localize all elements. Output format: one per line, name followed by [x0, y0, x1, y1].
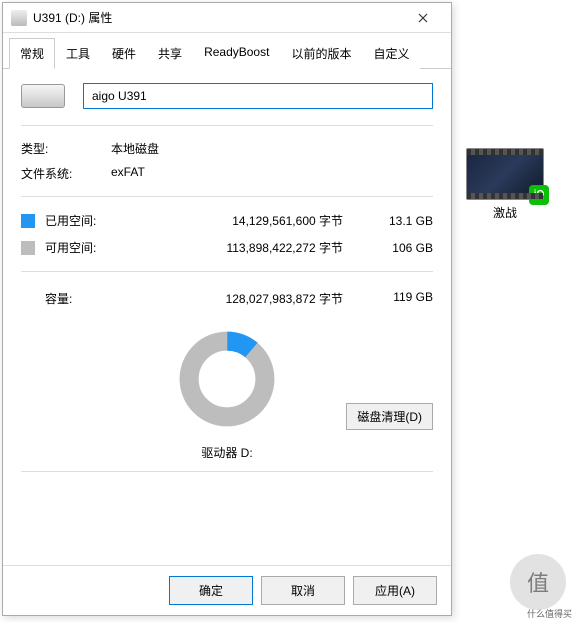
tab-general[interactable]: 常规 — [9, 38, 55, 69]
type-value: 本地磁盘 — [111, 140, 159, 157]
drive-letter-label: 驱动器 D: — [21, 444, 433, 461]
video-file-item[interactable]: iQ 激战 — [460, 148, 550, 221]
drive-name-input[interactable] — [83, 83, 433, 109]
apply-button[interactable]: 应用(A) — [353, 576, 437, 605]
filesystem-value: exFAT — [111, 165, 145, 182]
file-name-label: 激战 — [460, 204, 550, 221]
used-space-bytes: 14,129,561,600 字节 — [123, 212, 373, 229]
used-swatch-icon — [21, 214, 35, 228]
video-thumbnail: iQ — [466, 148, 544, 200]
tab-sharing[interactable]: 共享 — [147, 38, 193, 69]
used-space-label: 已用空间: — [45, 212, 123, 229]
tab-previous-versions[interactable]: 以前的版本 — [280, 38, 362, 69]
close-button[interactable] — [403, 4, 443, 32]
disk-cleanup-button[interactable]: 磁盘清理(D) — [346, 403, 433, 430]
tab-customize[interactable]: 自定义 — [362, 38, 420, 69]
close-icon — [418, 13, 428, 23]
cancel-button[interactable]: 取消 — [261, 576, 345, 605]
watermark-text: 值 — [527, 566, 549, 598]
ok-button[interactable]: 确定 — [169, 576, 253, 605]
tab-readyboost[interactable]: ReadyBoost — [193, 38, 280, 69]
tab-hardware[interactable]: 硬件 — [101, 38, 147, 69]
capacity-label: 容量: — [21, 290, 123, 307]
titlebar: U391 (D:) 属性 — [3, 3, 451, 33]
tab-strip: 常规 工具 硬件 共享 ReadyBoost 以前的版本 自定义 — [3, 33, 451, 69]
tab-tools[interactable]: 工具 — [55, 38, 101, 69]
capacity-bytes: 128,027,983,872 字节 — [123, 290, 373, 307]
iqiyi-badge-icon: iQ — [529, 185, 549, 205]
divider — [21, 271, 433, 272]
free-space-gb: 106 GB — [373, 241, 433, 255]
watermark-badge: 值 — [510, 554, 566, 610]
usage-pie-chart — [177, 329, 277, 429]
divider — [21, 125, 433, 126]
free-space-label: 可用空间: — [45, 239, 123, 256]
tab-content: 类型: 本地磁盘 文件系统: exFAT 已用空间: 14,129,561,60… — [3, 69, 451, 565]
desktop-background: iQ 激战 U391 (D:) 属性 常规 工具 硬件 共享 ReadyBoos… — [0, 0, 578, 622]
used-space-gb: 13.1 GB — [373, 214, 433, 228]
divider — [21, 471, 433, 472]
free-space-bytes: 113,898,422,272 字节 — [123, 239, 373, 256]
properties-dialog: U391 (D:) 属性 常规 工具 硬件 共享 ReadyBoost 以前的版… — [2, 2, 452, 616]
filesystem-label: 文件系统: — [21, 165, 111, 182]
divider — [21, 196, 433, 197]
dialog-footer: 确定 取消 应用(A) — [3, 565, 451, 615]
free-swatch-icon — [21, 241, 35, 255]
type-label: 类型: — [21, 140, 111, 157]
window-title: U391 (D:) 属性 — [33, 9, 403, 26]
capacity-gb: 119 GB — [373, 290, 433, 307]
watermark-subtext: 什么值得买 — [527, 607, 572, 620]
drive-icon — [21, 84, 65, 108]
drive-icon-small — [11, 10, 27, 26]
